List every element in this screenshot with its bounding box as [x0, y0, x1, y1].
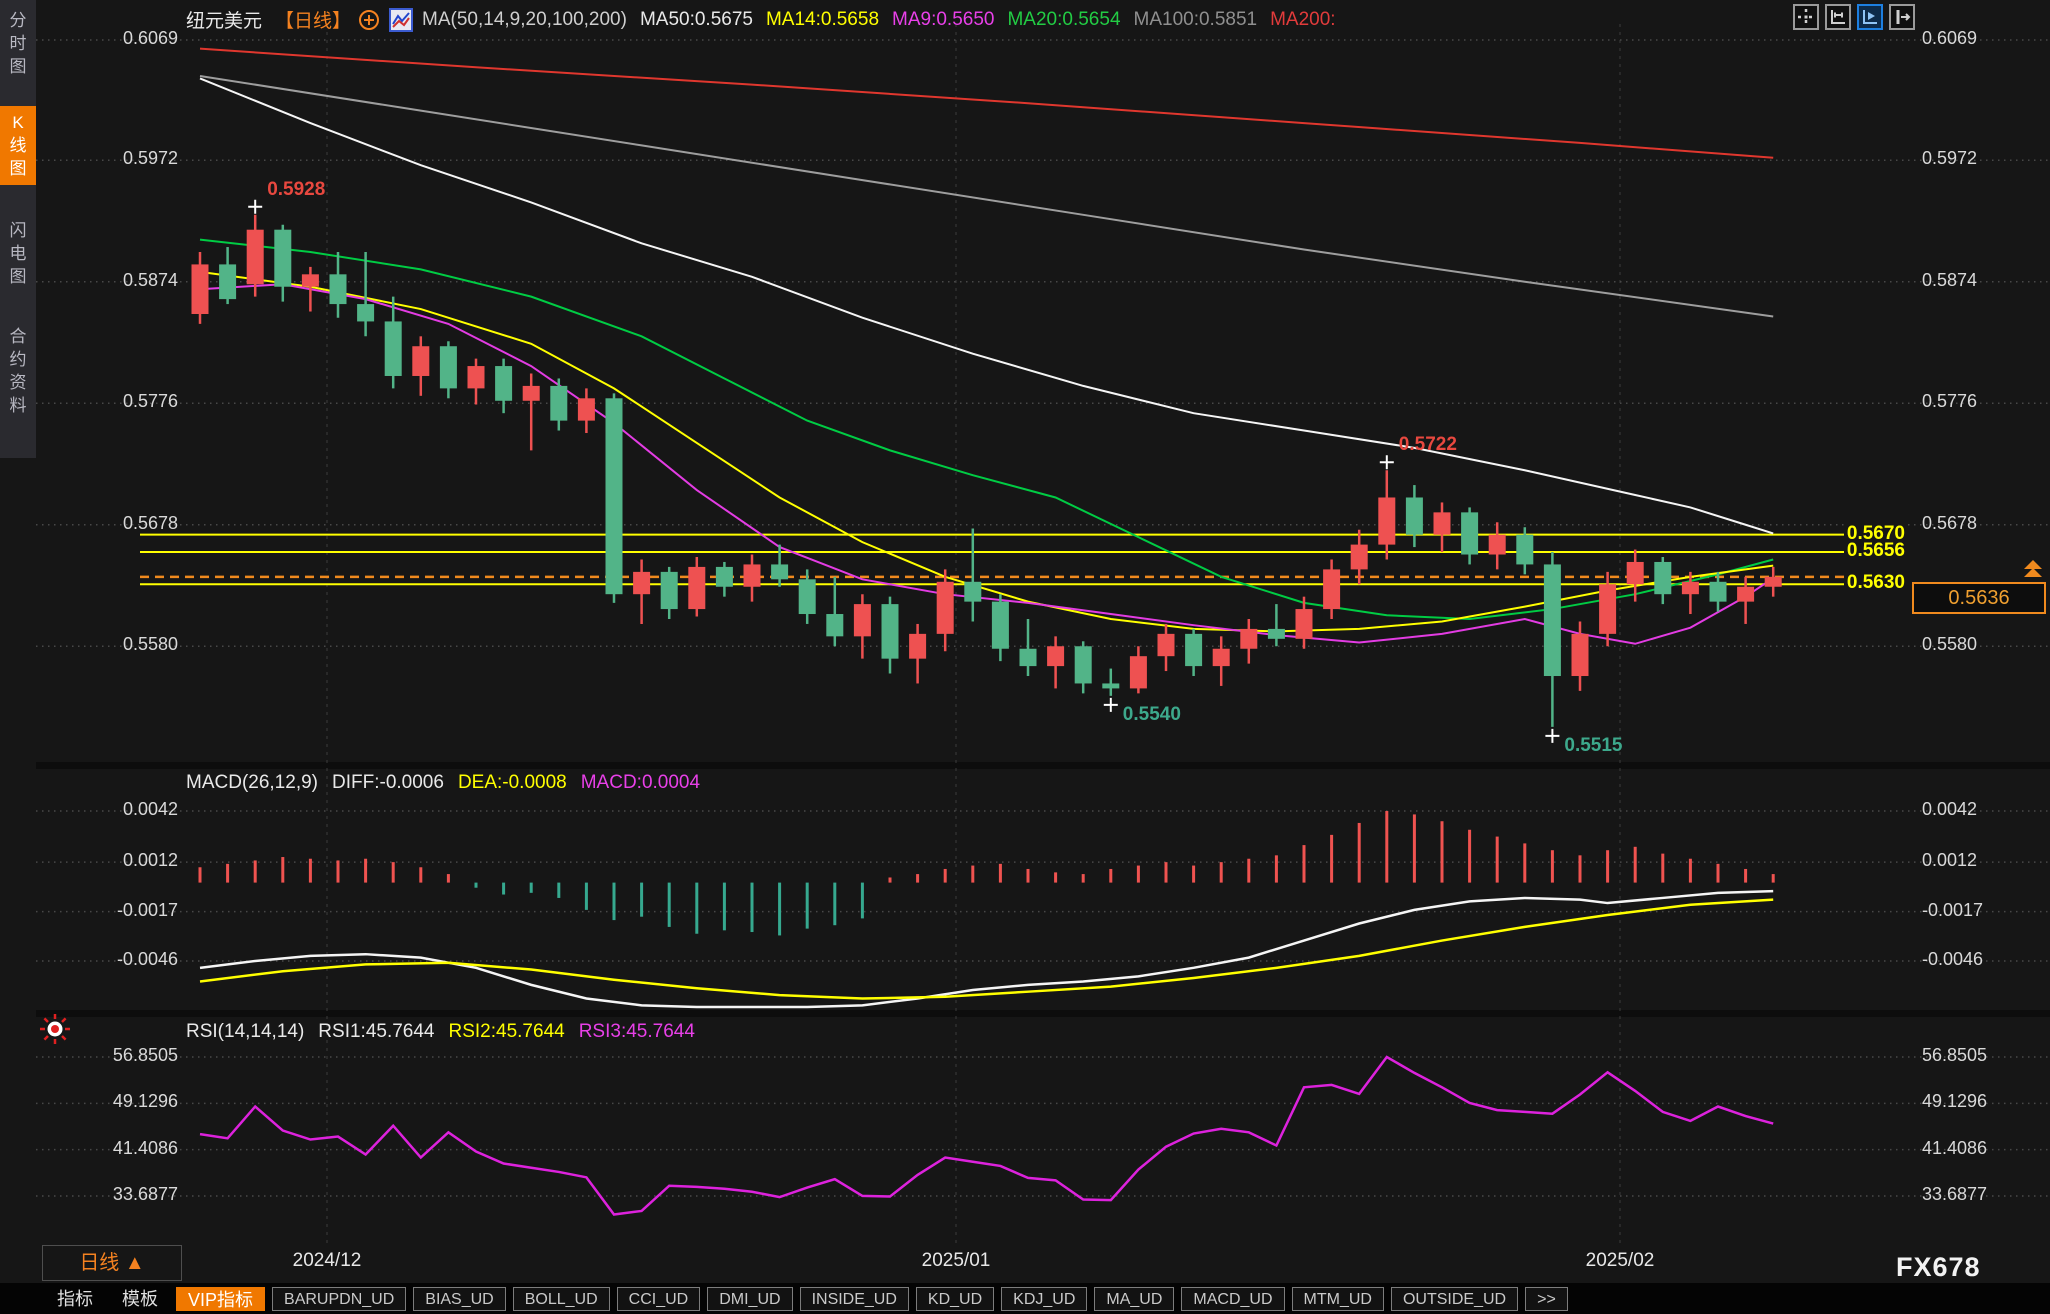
collapse-panel-icon[interactable] — [1889, 4, 1915, 30]
bottom-tab-14[interactable]: MTM_UD — [1292, 1287, 1384, 1311]
bottom-tab-12[interactable]: MA_UD — [1094, 1287, 1174, 1311]
bottom-tab-11[interactable]: KDJ_UD — [1001, 1287, 1087, 1311]
circle-plus-icon[interactable] — [358, 9, 380, 31]
trading-app-window: 分时图K线图闪电图合约资料 纽元美元 【日线】 MA(50,14,9,20,10… — [0, 0, 2050, 1314]
axis-play-icon[interactable] — [1857, 4, 1883, 30]
bottom-tab-10[interactable]: KD_UD — [916, 1287, 994, 1311]
bottom-tab-16[interactable]: >> — [1525, 1287, 1568, 1311]
chart-type-sidebar: 分时图 K线图闪电图合约资料 — [0, 0, 36, 458]
zigzag-chart-icon[interactable] — [389, 8, 413, 32]
chart-canvas[interactable] — [0, 0, 2050, 1283]
sidebar-item-2[interactable]: K线图 — [0, 106, 36, 185]
bottom-tab-5[interactable]: BIAS_UD — [413, 1287, 505, 1311]
bottom-tab-9[interactable]: INSIDE_UD — [800, 1287, 909, 1311]
sidebar-item-3[interactable]: 闪电图 — [0, 214, 36, 293]
bottom-tab-13[interactable]: MACD_UD — [1181, 1287, 1284, 1311]
axis-scale-icon[interactable] — [1825, 4, 1851, 30]
bottom-tab-1[interactable]: 指标 — [46, 1287, 104, 1311]
indicator-tab-bar: 指标模板 VIP指标 BARUPDN_UD BIAS_UD BOLL_UD CCI_UDD… — [0, 1283, 2050, 1314]
period-selector[interactable]: 日线 ▲ — [42, 1245, 182, 1281]
crosshair-icon[interactable] — [1793, 4, 1819, 30]
sidebar-item-4[interactable]: 合约资料 — [0, 320, 36, 422]
bottom-tab-2[interactable]: 模板 — [111, 1287, 169, 1311]
bottom-tab-6[interactable]: BOLL_UD — [513, 1287, 610, 1311]
period-label: 日线 — [79, 1252, 119, 1274]
bottom-tab-4[interactable]: BARUPDN_UD — [272, 1287, 406, 1311]
alarm-icon[interactable] — [38, 1012, 72, 1051]
bottom-tab-7[interactable]: CCI_UD — [617, 1287, 701, 1311]
bottom-tab-15[interactable]: OUTSIDE_UD — [1391, 1287, 1518, 1311]
bottom-tab-8[interactable]: DMI_UD — [707, 1287, 792, 1311]
sidebar-item-1[interactable]: 分时图 — [0, 4, 36, 83]
period-arrow-icon: ▲ — [125, 1252, 145, 1274]
bottom-tab-3[interactable]: VIP指标 — [176, 1287, 265, 1311]
